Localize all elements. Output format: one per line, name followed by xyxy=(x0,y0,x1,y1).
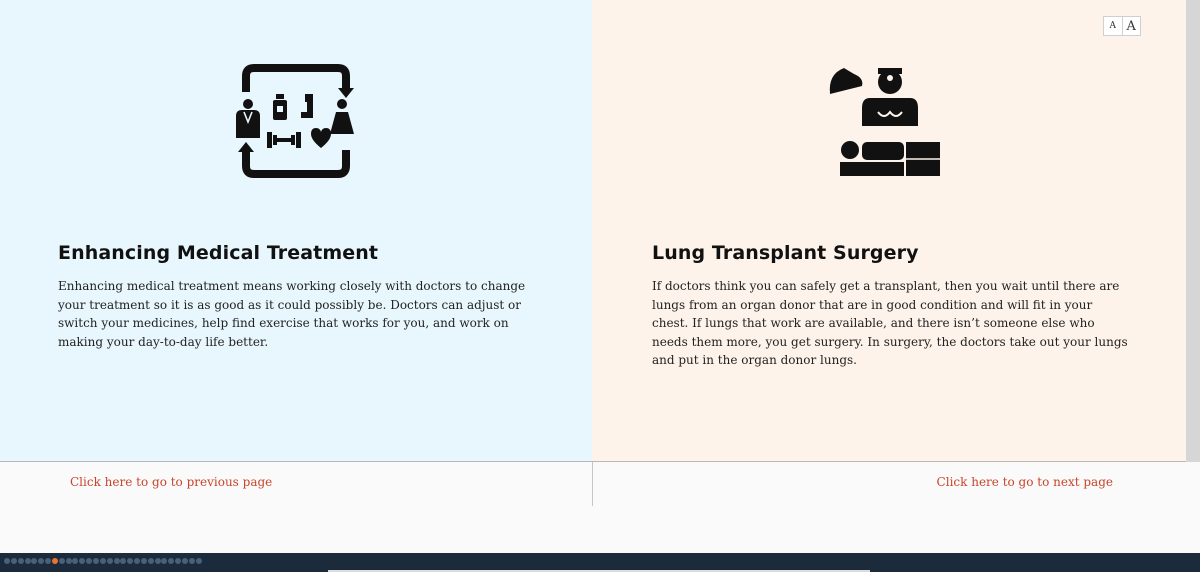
previous-page-link[interactable]: Click here to go to previous page xyxy=(70,475,272,489)
page-dot[interactable] xyxy=(4,558,10,564)
page-progress-dots xyxy=(4,558,202,564)
page-dot[interactable] xyxy=(175,558,182,564)
decrease-font-button[interactable]: A xyxy=(1104,17,1123,35)
section-body-left: Enhancing medical treatment means workin… xyxy=(58,279,526,349)
section-title-left: Enhancing Medical Treatment xyxy=(58,242,379,264)
increase-font-button[interactable]: A xyxy=(1123,17,1141,35)
page-dot[interactable] xyxy=(188,558,195,564)
page-dot[interactable] xyxy=(79,558,86,564)
page-dot[interactable] xyxy=(24,558,31,564)
page-dot[interactable] xyxy=(58,558,65,564)
page-dot[interactable] xyxy=(134,558,141,564)
page-dot[interactable] xyxy=(168,558,175,564)
page-dot[interactable] xyxy=(86,558,93,564)
page-dot[interactable] xyxy=(140,558,147,564)
medical-care-cycle-icon xyxy=(236,64,354,178)
page-dot[interactable] xyxy=(72,558,79,564)
font-size-controls: A A xyxy=(1103,16,1141,36)
page-dot[interactable] xyxy=(113,558,120,564)
surgeon-operating-icon xyxy=(829,68,940,176)
page-dot[interactable] xyxy=(92,558,99,564)
next-page-link[interactable]: Click here to go to next page xyxy=(937,475,1113,489)
nav-divider xyxy=(592,462,593,506)
page-dot-current[interactable] xyxy=(51,558,58,564)
page-dot[interactable] xyxy=(120,558,127,564)
page-dot[interactable] xyxy=(31,558,38,564)
page-dot[interactable] xyxy=(106,558,113,564)
page-dot[interactable] xyxy=(17,558,24,564)
page-dot[interactable] xyxy=(181,558,188,564)
page-dot[interactable] xyxy=(147,558,154,564)
page-dot[interactable] xyxy=(161,558,168,564)
page-dot[interactable] xyxy=(45,558,52,564)
scrollbar-track[interactable] xyxy=(1186,0,1200,462)
page-dot[interactable] xyxy=(127,558,134,564)
page-dot[interactable] xyxy=(38,558,45,564)
page-dot[interactable] xyxy=(65,558,72,564)
section-title-right: Lung Transplant Surgery xyxy=(652,242,919,264)
page-dot[interactable] xyxy=(10,558,17,564)
section-body-right: If doctors think you can safely get a tr… xyxy=(652,279,1128,367)
page-dot[interactable] xyxy=(99,558,106,564)
footer-divider xyxy=(0,461,1186,462)
page-dot[interactable] xyxy=(195,558,202,564)
page-dot[interactable] xyxy=(154,558,161,564)
bottom-progress-bar xyxy=(0,553,1200,572)
